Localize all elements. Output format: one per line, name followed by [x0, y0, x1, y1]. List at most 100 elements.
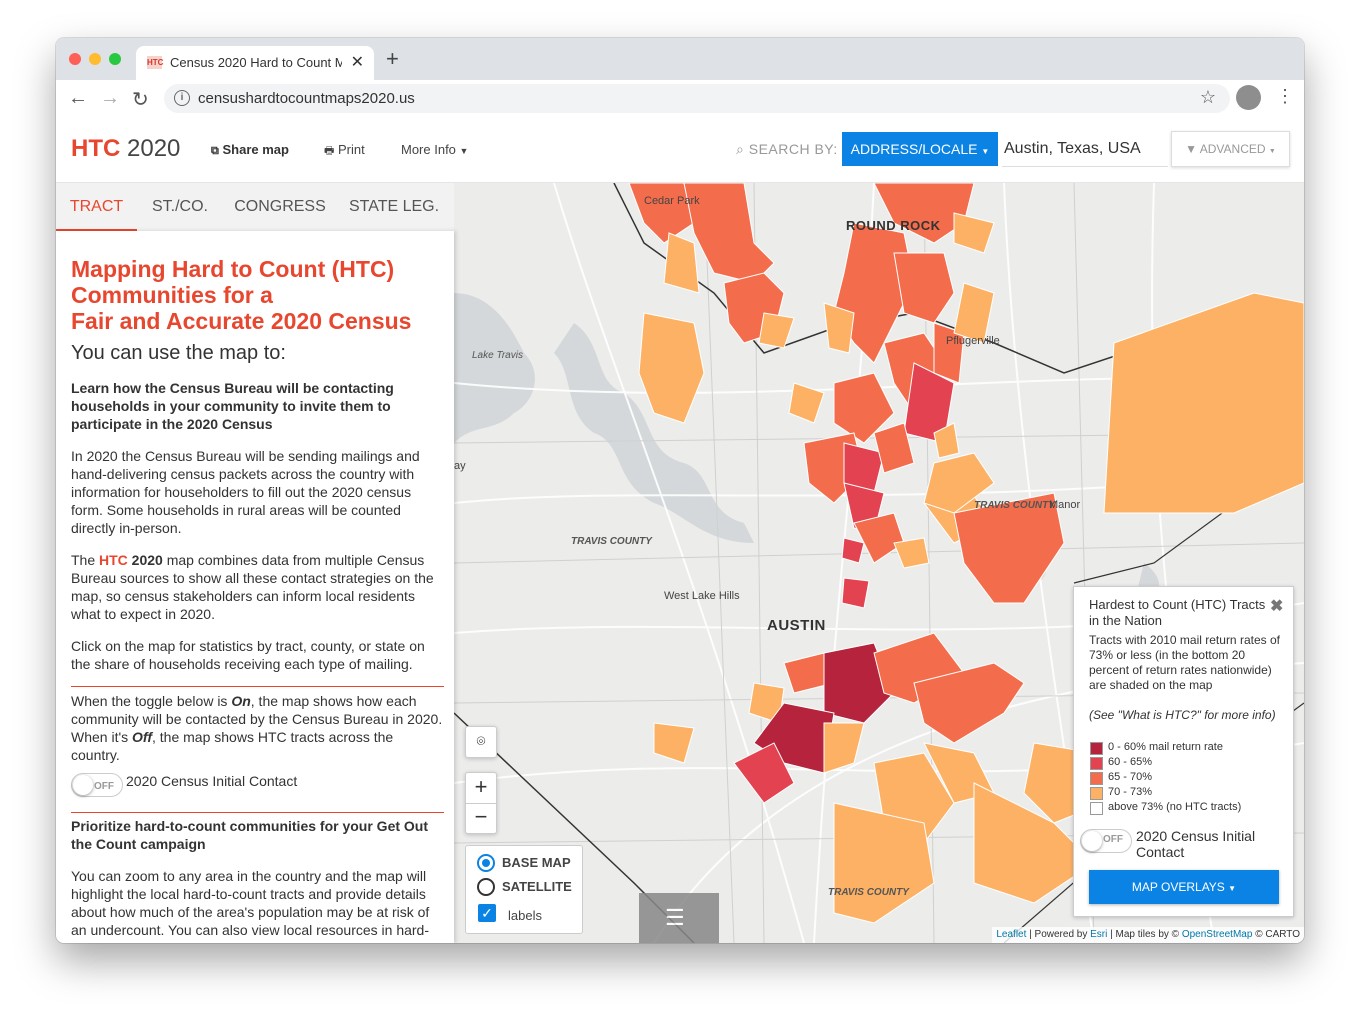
- paragraph: You can zoom to any area in the country …: [71, 868, 430, 943]
- text-run: The: [71, 552, 100, 568]
- bookmark-star-icon[interactable]: ☆: [1200, 87, 1216, 108]
- esri-link[interactable]: Esri: [1090, 929, 1107, 940]
- map-overlays-dropdown[interactable]: MAP OVERLAYS ▼: [1089, 870, 1279, 904]
- more-info-label: More Info: [401, 142, 456, 157]
- off-emphasis: Off: [132, 729, 152, 745]
- attribution-text: | Powered by: [1026, 929, 1091, 940]
- info-icon[interactable]: i: [174, 90, 190, 106]
- browser-tab[interactable]: HTC Census 2020 Hard to Count M ✕: [136, 46, 374, 80]
- back-icon[interactable]: ←: [68, 87, 88, 110]
- paragraph: Click on the map for statistics by tract…: [71, 638, 425, 672]
- basemap-switcher: BASE MAP SATELLITE ✓ labels: [465, 845, 583, 934]
- advanced-dropdown[interactable]: ▼ ADVANCED ▼: [1171, 131, 1290, 167]
- geography-tabs: TRACT ST./CO. CONGRESS STATE LEG. ◀: [56, 183, 492, 231]
- base-map-label[interactable]: BASE MAP: [502, 855, 571, 870]
- legend-toggle-label: 2020 Census Initial Contact: [1136, 828, 1256, 860]
- section-heading: Prioritize hard-to-count communities for…: [71, 818, 429, 852]
- url-text[interactable]: censushardtocountmaps2020.us: [198, 90, 415, 107]
- labels-checkbox[interactable]: ✓: [478, 904, 496, 922]
- filter-settings-button[interactable]: ☰: [639, 893, 719, 943]
- legend-swatch: [1090, 772, 1103, 785]
- zoom-in-button[interactable]: +: [466, 773, 496, 804]
- favicon-icon: HTC: [147, 56, 164, 69]
- map-label: Cedar Park: [644, 195, 700, 207]
- map-label: ROUND ROCK: [846, 218, 941, 233]
- new-tab-icon[interactable]: +: [386, 48, 399, 70]
- share-icon: ⧉: [211, 145, 219, 157]
- close-tab-icon[interactable]: ✕: [351, 52, 364, 72]
- section-divider: [71, 812, 444, 813]
- legend-swatch: [1090, 787, 1103, 800]
- printer-icon: 🖶: [324, 145, 335, 157]
- forward-icon[interactable]: →: [100, 87, 120, 110]
- browser-menu-icon[interactable]: ⋮: [1276, 86, 1294, 107]
- satellite-label[interactable]: SATELLITE: [502, 879, 572, 894]
- sidebar-title-line: Fair and Accurate 2020 Census: [71, 308, 412, 334]
- zoom-out-button[interactable]: −: [466, 803, 496, 833]
- share-map-button[interactable]: ⧉ Share map: [211, 142, 289, 158]
- info-sidebar[interactable]: Mapping Hard to Count (HTC) Communities …: [56, 231, 454, 943]
- location-search-input[interactable]: [1002, 132, 1168, 167]
- initial-contact-toggle[interactable]: OFF: [71, 773, 123, 797]
- toggle-label: 2020 Census Initial Contact: [126, 773, 298, 789]
- leaflet-link[interactable]: Leaflet: [996, 929, 1026, 940]
- on-emphasis: On: [231, 693, 251, 709]
- satellite-radio[interactable]: [477, 878, 495, 896]
- address-locale-label: ADDRESS/LOCALE: [850, 141, 978, 157]
- legend-item-label: 60 - 65%: [1108, 756, 1153, 768]
- tab-title: Census 2020 Hard to Count M: [170, 55, 342, 70]
- htc-highlight: HTC: [99, 552, 128, 568]
- toggle-state: OFF: [1103, 834, 1123, 845]
- search-by-label: ⌕ SEARCH BY:: [736, 141, 838, 158]
- sidebar-title: Mapping Hard to Count (HTC) Communities …: [71, 256, 444, 334]
- address-locale-dropdown[interactable]: ADDRESS/LOCALE ▼: [842, 132, 998, 166]
- legend-swatch: [1090, 757, 1103, 770]
- legend-note: (See "What is HTC?" for more info): [1089, 708, 1276, 722]
- map-attribution: Leaflet | Powered by Esri | Map tiles by…: [992, 927, 1304, 943]
- legend-item-label: 70 - 73%: [1108, 786, 1153, 798]
- map-canvas[interactable]: Cedar Park ROUND ROCK Pflugerville Lake …: [454, 183, 1304, 943]
- more-info-dropdown[interactable]: More Info ▼: [401, 142, 468, 157]
- close-legend-icon[interactable]: ✖: [1270, 596, 1283, 616]
- map-label: ay: [454, 460, 466, 472]
- legend-item-label: 65 - 70%: [1108, 771, 1153, 783]
- share-map-label: Share map: [222, 142, 289, 157]
- osm-link[interactable]: OpenStreetMap: [1182, 929, 1253, 940]
- logo-year: 2020: [120, 135, 181, 162]
- map-label: TRAVIS COUNTY: [828, 887, 909, 898]
- paragraph: When the toggle below is On, the map sho…: [71, 692, 444, 764]
- minimize-window-icon[interactable]: [89, 53, 101, 65]
- tab-tract[interactable]: TRACT: [56, 183, 137, 231]
- app-logo[interactable]: HTC 2020: [71, 135, 180, 163]
- profile-avatar[interactable]: [1236, 85, 1261, 110]
- toggle-state: OFF: [94, 781, 114, 792]
- sidebar-subtitle: You can use the map to:: [71, 342, 286, 364]
- labels-label[interactable]: labels: [508, 908, 542, 923]
- caret-down-icon: ▼: [981, 147, 990, 156]
- tab-state-leg[interactable]: STATE LEG.: [341, 183, 447, 231]
- address-bar[interactable]: i censushardtocountmaps2020.us ☆: [164, 84, 1230, 113]
- htc-legend: Hardest to Count (HTC) Tracts in the Nat…: [1073, 586, 1294, 917]
- locate-me-button[interactable]: ⌾: [465, 726, 497, 758]
- browser-window: HTC Census 2020 Hard to Count M ✕ + ← → …: [56, 38, 1304, 943]
- year-highlight: 2020: [127, 552, 163, 568]
- print-button[interactable]: 🖶 Print: [324, 142, 365, 161]
- toggle-knob: [1082, 831, 1102, 851]
- search-by-text: SEARCH BY:: [748, 141, 838, 157]
- tab-state-county[interactable]: ST./CO.: [140, 183, 220, 231]
- advanced-label: ADVANCED: [1199, 142, 1266, 156]
- tab-congress[interactable]: CONGRESS: [226, 183, 334, 231]
- map-label: TRAVIS COUNTY: [571, 536, 652, 547]
- filter-icon: ▼: [1185, 142, 1198, 156]
- map-label: Pflugerville: [946, 335, 1000, 347]
- close-window-icon[interactable]: [69, 53, 81, 65]
- logo-strong: HTC: [71, 135, 121, 162]
- reload-icon[interactable]: ↻: [132, 87, 149, 112]
- base-map-radio[interactable]: [477, 854, 495, 872]
- attribution-text: © CARTO: [1252, 929, 1300, 940]
- map-label: TRAVIS COUNTY: [974, 500, 1055, 511]
- legend-initial-contact-toggle[interactable]: OFF: [1080, 829, 1132, 853]
- map-label: AUSTIN: [767, 617, 826, 634]
- section-heading: Learn how the Census Bureau will be cont…: [71, 380, 394, 432]
- maximize-window-icon[interactable]: [109, 53, 121, 65]
